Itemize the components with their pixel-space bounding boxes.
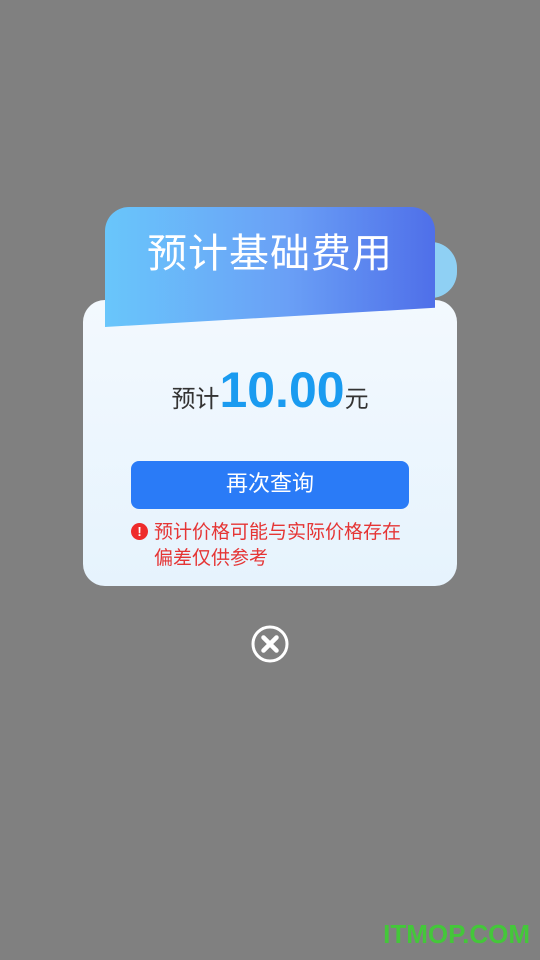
requery-button[interactable]: 再次查询 bbox=[131, 461, 409, 509]
price-display: 预计10.00元 bbox=[83, 358, 457, 434]
close-button[interactable] bbox=[251, 625, 289, 663]
close-circle-icon bbox=[251, 625, 289, 663]
price-prefix: 预计 bbox=[171, 385, 220, 413]
notice-text: 预计价格可能与实际价格存在偏差仅供参考 bbox=[154, 521, 402, 569]
price-unit: 元 bbox=[344, 385, 369, 413]
dialog-title: 预计基础费用 bbox=[147, 231, 393, 277]
exclamation-icon: ! bbox=[131, 523, 148, 540]
price-estimate-dialog: 预计基础费用 预计10.00元 再次查询 ! 预计价格可能与实际价格存在偏差仅供… bbox=[0, 0, 540, 960]
price-amount: 10.00 bbox=[219, 362, 345, 418]
watermark: ITMOP.COM bbox=[383, 919, 530, 949]
